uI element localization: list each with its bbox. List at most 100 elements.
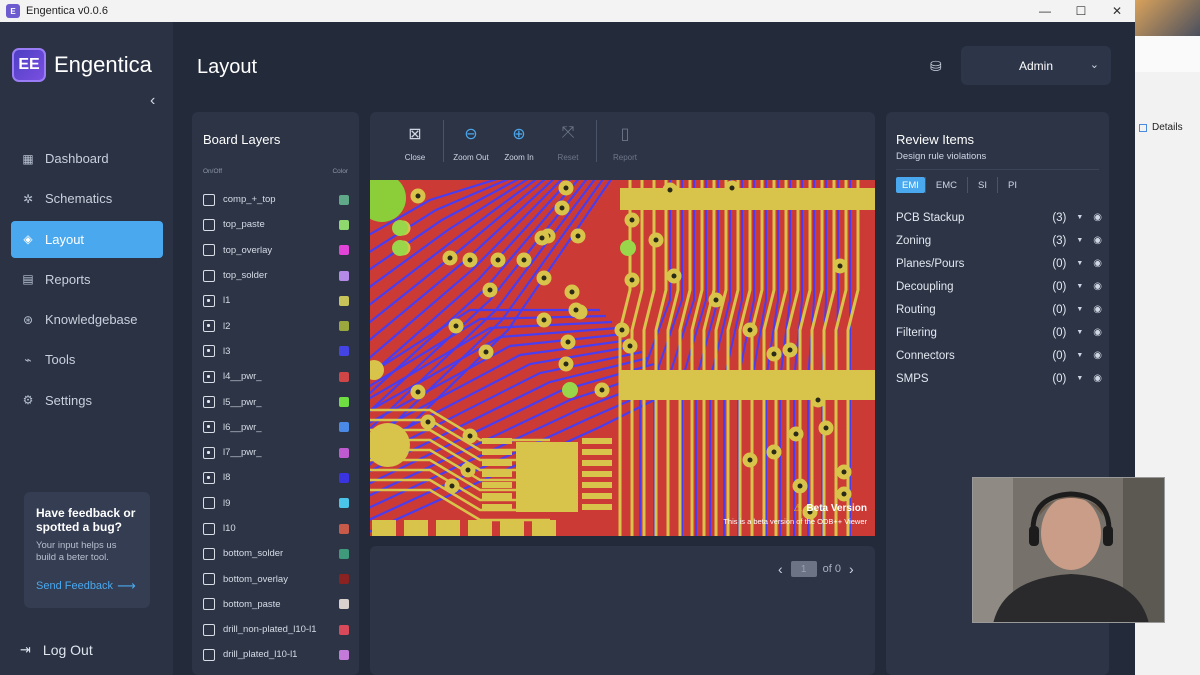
layer-color-swatch[interactable] (339, 472, 349, 483)
caret-down-icon[interactable]: ▼ (1076, 352, 1083, 359)
caret-down-icon[interactable]: ▼ (1076, 260, 1083, 267)
layer-color-swatch[interactable] (339, 599, 349, 610)
next-page-icon[interactable]: › (849, 561, 854, 577)
sidebar-item-tools[interactable]: ⌁ Tools (11, 341, 163, 378)
review-item[interactable]: SMPS (0) ▼ ◉ (896, 367, 1102, 390)
review-item-name: Planes/Pours (896, 257, 965, 270)
layer-toggle-checkbox[interactable] (203, 269, 215, 282)
layer-toggle-checkbox[interactable] (203, 370, 215, 383)
layer-toggle-checkbox[interactable] (203, 421, 215, 434)
layer-toggle-checkbox[interactable] (203, 471, 215, 484)
close-window-button[interactable]: ✕ (1099, 0, 1135, 22)
layer-color-swatch[interactable] (339, 548, 349, 559)
layer-color-swatch[interactable] (339, 498, 349, 509)
review-item[interactable]: PCB Stackup (3) ▼ ◉ (896, 206, 1102, 229)
sidebar-item-reports[interactable]: ▤ Reports (11, 261, 163, 298)
via (620, 240, 636, 256)
review-item[interactable]: Planes/Pours (0) ▼ ◉ (896, 252, 1102, 275)
layer-color-swatch[interactable] (339, 397, 349, 408)
eye-icon[interactable]: ◉ (1093, 304, 1102, 315)
review-tabs: EMI EMC SI PI (896, 177, 1027, 193)
review-item[interactable]: Zoning (3) ▼ ◉ (896, 229, 1102, 252)
pcb-render[interactable] (370, 180, 875, 536)
caret-down-icon[interactable]: ▼ (1076, 375, 1083, 382)
tab-si[interactable]: SI (967, 177, 997, 193)
window-titlebar: E Engentica v0.0.6 — ☐ ✕ (0, 0, 1135, 22)
pcb-viewer[interactable]: ⚠ Beta Version This is a beta version of … (370, 180, 875, 536)
tab-emi[interactable]: EMI (896, 177, 925, 193)
viewer-toolbar: ⊠ Close ⊖ Zoom Out ⊕ Zoom In ⤧ Reset ▯ Report (370, 112, 875, 190)
layer-color-swatch[interactable] (339, 245, 349, 256)
layer-toggle-checkbox[interactable] (203, 244, 215, 257)
sidebar-item-label: Settings (45, 392, 92, 408)
review-item[interactable]: Decoupling (0) ▼ ◉ (896, 275, 1102, 298)
layer-toggle-checkbox[interactable] (203, 345, 215, 358)
layer-toggle-checkbox[interactable] (203, 547, 215, 560)
caret-down-icon[interactable]: ▼ (1076, 329, 1083, 336)
layer-toggle-checkbox[interactable] (203, 497, 215, 510)
sidebar-item-knowledgebase[interactable]: ⊛ Knowledgebase (11, 301, 163, 338)
sidebar-item-layout[interactable]: ◈ Layout (11, 220, 163, 258)
tab-pi[interactable]: PI (997, 177, 1027, 193)
layer-color-swatch[interactable] (339, 219, 349, 230)
send-feedback-link[interactable]: Send Feedback ⟶ (36, 578, 138, 594)
maximize-button[interactable]: ☐ (1063, 0, 1099, 22)
sidebar-item-settings[interactable]: ⚙ Settings (11, 382, 163, 419)
user-dropdown[interactable]: Admin ⌄ (961, 46, 1111, 85)
minimize-button[interactable]: — (1027, 0, 1063, 22)
sidebar-item-dashboard[interactable]: ▦ Dashboard (11, 140, 163, 177)
details-view-button[interactable]: Details (1139, 122, 1183, 133)
collapse-sidebar-icon[interactable]: ‹ (150, 92, 155, 110)
layer-color-swatch[interactable] (339, 649, 349, 660)
layer-color-swatch[interactable] (339, 346, 349, 357)
layer-color-swatch[interactable] (339, 295, 349, 306)
layer-toggle-checkbox[interactable] (203, 623, 215, 636)
via-hole (837, 263, 843, 269)
reset-button[interactable]: ⤧ Reset (538, 124, 598, 162)
review-item[interactable]: Connectors (0) ▼ ◉ (896, 344, 1102, 367)
prev-page-icon[interactable]: ‹ (778, 561, 783, 577)
caret-down-icon[interactable]: ▼ (1076, 283, 1083, 290)
database-icon[interactable]: ⛁ (930, 58, 942, 75)
layer-toggle-checkbox[interactable] (203, 446, 215, 459)
layer-toggle-checkbox[interactable] (203, 193, 215, 206)
review-item[interactable]: Routing (0) ▼ ◉ (896, 298, 1102, 321)
layer-toggle-checkbox[interactable] (203, 218, 215, 231)
sidebar-item-schematics[interactable]: ✲ Schematics (11, 180, 163, 217)
layer-color-swatch[interactable] (339, 624, 349, 635)
layer-color-swatch[interactable] (339, 422, 349, 433)
eye-icon[interactable]: ◉ (1093, 327, 1102, 338)
page-number-input[interactable]: 1 (790, 561, 817, 577)
eye-icon[interactable]: ◉ (1093, 235, 1102, 246)
eye-icon[interactable]: ◉ (1093, 350, 1102, 361)
layer-toggle-checkbox[interactable] (203, 573, 215, 586)
brand[interactable]: EE Engentica (12, 48, 152, 82)
layer-toggle-checkbox[interactable] (203, 294, 215, 307)
layer-name: l7__pwr_ (223, 447, 262, 459)
tab-emc[interactable]: EMC (924, 177, 967, 193)
layer-toggle-checkbox[interactable] (203, 320, 215, 333)
eye-icon[interactable]: ◉ (1093, 281, 1102, 292)
layer-color-swatch[interactable] (339, 270, 349, 281)
eye-icon[interactable]: ◉ (1093, 212, 1102, 223)
layer-toggle-checkbox[interactable] (203, 648, 215, 661)
layer-toggle-checkbox[interactable] (203, 396, 215, 409)
layer-color-swatch[interactable] (339, 321, 349, 332)
logout-button[interactable]: ⇥ Log Out (20, 642, 93, 658)
review-item[interactable]: Filtering (0) ▼ ◉ (896, 321, 1102, 344)
report-button[interactable]: ▯ Report (595, 124, 655, 162)
layer-toggle-checkbox[interactable] (203, 522, 215, 535)
caret-down-icon[interactable]: ▼ (1076, 214, 1083, 221)
layer-row: l2 (203, 313, 349, 338)
close-button[interactable]: ⊠ Close (385, 124, 445, 162)
caret-down-icon[interactable]: ▼ (1076, 306, 1083, 313)
eye-icon[interactable]: ◉ (1093, 373, 1102, 384)
caret-down-icon[interactable]: ▼ (1076, 237, 1083, 244)
layer-toggle-checkbox[interactable] (203, 598, 215, 611)
layer-color-swatch[interactable] (339, 371, 349, 382)
layer-color-swatch[interactable] (339, 574, 349, 585)
layer-color-swatch[interactable] (339, 194, 349, 205)
layer-color-swatch[interactable] (339, 447, 349, 458)
layer-color-swatch[interactable] (339, 523, 349, 534)
eye-icon[interactable]: ◉ (1093, 258, 1102, 269)
